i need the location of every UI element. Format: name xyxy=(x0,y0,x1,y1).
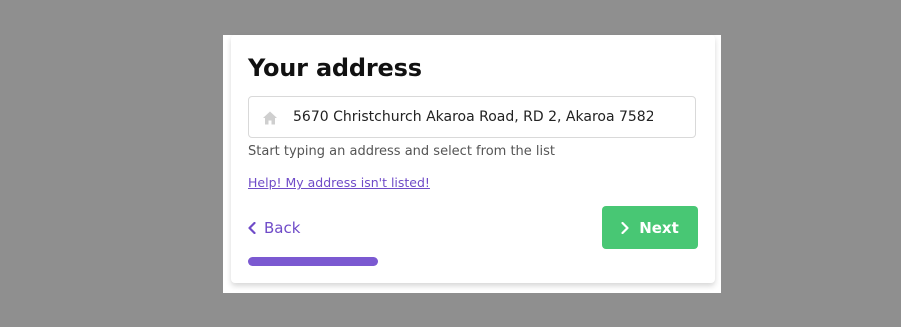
address-card: Your address Start typing an address and… xyxy=(231,35,715,283)
progress-bar xyxy=(248,257,696,266)
back-label: Back xyxy=(264,219,301,237)
address-hint: Start typing an address and select from … xyxy=(248,144,556,159)
back-button[interactable]: Back xyxy=(248,215,300,241)
chevron-right-icon xyxy=(621,221,629,234)
address-input[interactable] xyxy=(293,97,653,137)
address-field[interactable] xyxy=(248,96,696,138)
next-label: Next xyxy=(639,218,679,237)
next-button[interactable]: Next xyxy=(602,206,698,249)
address-not-listed-link[interactable]: Help! My address isn't listed! xyxy=(248,174,430,192)
home-icon xyxy=(263,111,277,125)
page-backdrop: Your address Start typing an address and… xyxy=(0,0,901,327)
page-title: Your address xyxy=(248,54,422,82)
chevron-left-icon xyxy=(248,222,256,234)
progress-fill xyxy=(248,257,378,266)
